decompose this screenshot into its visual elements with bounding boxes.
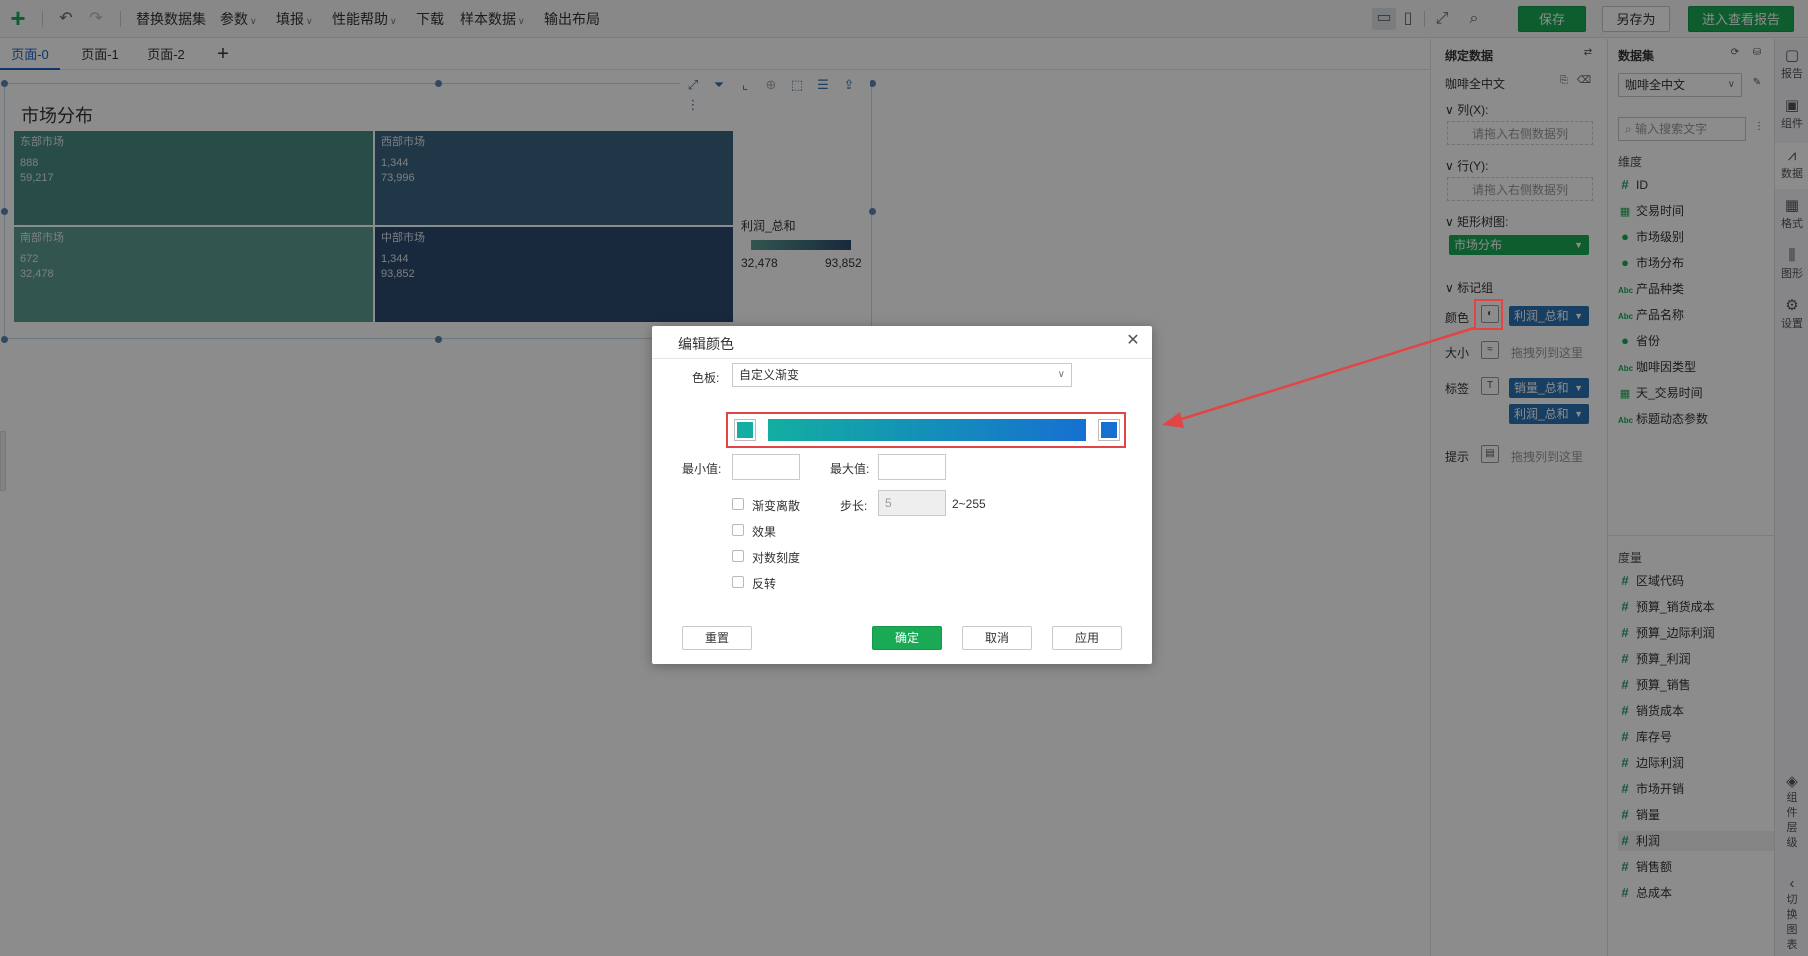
min-value-input[interactable] — [732, 454, 800, 480]
log-scale-checkbox[interactable] — [732, 550, 744, 562]
step-input[interactable]: 5 — [878, 490, 946, 516]
effect-checkbox[interactable] — [732, 524, 744, 536]
min-value-label: 最小值: — [682, 462, 722, 476]
apply-button[interactable]: 应用 — [1052, 626, 1122, 650]
step-label: 步长: — [840, 499, 868, 513]
end-color-swatch[interactable] — [1098, 419, 1120, 441]
step-range: 2~255 — [952, 497, 986, 511]
dialog-title: 编辑颜色 — [678, 336, 734, 352]
end-color-fill — [1101, 422, 1117, 438]
palette-label: 色板: — [692, 371, 720, 385]
discrete-label: 渐变离散 — [752, 499, 801, 513]
max-value-input[interactable] — [878, 454, 946, 480]
close-icon[interactable]: ✕ — [1124, 332, 1142, 350]
log-scale-label: 对数刻度 — [752, 551, 801, 565]
gradient-bar[interactable] — [768, 419, 1086, 441]
effect-label: 效果 — [752, 525, 777, 539]
reset-button[interactable]: 重置 — [682, 626, 752, 650]
palette-select[interactable]: 自定义渐变 ∨ — [732, 363, 1072, 387]
discrete-checkbox[interactable] — [732, 498, 744, 510]
ok-button[interactable]: 确定 — [872, 626, 942, 650]
start-color-swatch[interactable] — [734, 419, 756, 441]
cancel-button[interactable]: 取消 — [962, 626, 1032, 650]
edit-color-dialog: 编辑颜色 ✕ 色板: 自定义渐变 ∨ 最小值: 最大值: 渐变离散 步长: 5 2… — [652, 326, 1152, 664]
highlight-box — [1474, 299, 1503, 330]
reverse-label: 反转 — [752, 577, 777, 591]
start-color-fill — [737, 422, 753, 438]
reverse-checkbox[interactable] — [732, 576, 744, 588]
chevron-down-icon: ∨ — [1057, 369, 1065, 380]
gradient-editor-highlight — [726, 412, 1126, 448]
max-value-label: 最大值: — [830, 462, 870, 476]
